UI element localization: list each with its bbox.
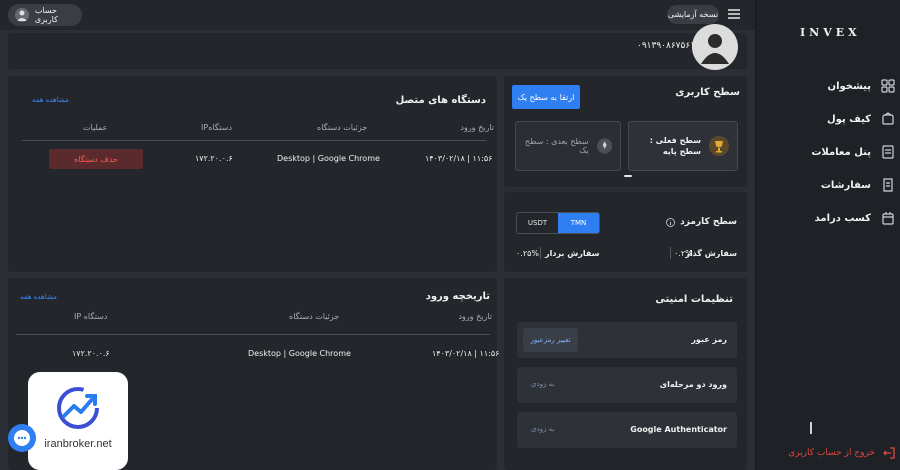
current-level-box: سطح فعلی : سطح پایه [628,121,738,171]
sidebar-item-earn[interactable]: کسب درامد [770,208,895,228]
google-auth-label: Google Authenticator [630,425,727,434]
login-date: ۱۴۰۳/۰۲/۱۸ | ۱۱:۵۶ [425,154,493,163]
trade-panel-icon [882,145,894,159]
maker-label: سفارش گذار [685,249,737,258]
table-divider [16,334,490,335]
sidebar-item-label: پنل معاملات [811,146,871,158]
chat-icon [14,430,30,446]
tab-usdt[interactable]: USDT [517,213,558,233]
upgrade-level-button[interactable]: ارتقا به سطح یک [512,85,580,109]
sidebar-item-trade-panel[interactable]: پنل معاملات [770,142,895,162]
chat-button[interactable] [8,424,36,452]
user-icon [17,10,27,21]
login-date: ۱۴۰۳/۰۲/۱۸ | ۱۱:۵۶ [432,349,500,358]
dashboard-icon [881,79,895,93]
remove-device-button[interactable]: حذف دستگاه [49,149,143,169]
divider [670,247,671,259]
carousel-indicator[interactable] [624,175,632,177]
scroll-indicator [810,422,812,434]
user-level-title: سطح کاربری [675,87,740,98]
user-icon [701,34,729,64]
two-factor-row: ورود دو مرحله‌ای به زودی [517,367,737,403]
account-button[interactable]: حساب کاربری [8,4,82,26]
column-header: جزئیات دستگاه [289,312,340,321]
column-header: تاریخ ورود [458,312,492,321]
info-icon[interactable] [666,217,676,227]
sidebar-item-dashboard[interactable]: پیشخوان [770,76,895,96]
maker-value: ۰.۲% [674,249,693,258]
fee-level-header: سطح کارمزد [666,217,737,227]
sidebar-item-label: کسب درامد [814,212,871,224]
change-password-button[interactable]: تغییر رمزعبور [523,328,578,352]
account-label: حساب کاربری [34,6,58,24]
avatar [15,8,29,22]
top-bar [0,0,755,30]
earn-icon [882,212,894,225]
taker-value: ۰.۲۵% [516,249,540,258]
watermark-badge: iranbroker.net [28,372,128,470]
column-header: تاریخ ورود [460,123,494,132]
history-view-all-link[interactable]: مشاهده همه [20,293,57,301]
table-divider [22,140,486,141]
security-title: تنظیمات امنیتی [655,294,733,305]
sidebar-item-wallet[interactable]: کیف پول [770,109,895,129]
chart-logo-icon [57,387,99,429]
phone-number: ۰۹۱۳۹۰۸۶۷۵۶۱ [637,41,696,51]
soon-label: به زودی [531,425,555,433]
next-level-label: سطح بعدی : سطح یک [524,137,589,155]
column-header: عملیات [83,123,108,132]
current-level-label: سطح فعلی : سطح پایه [649,135,701,156]
column-header: IP دستگاه [74,312,108,321]
sidebar [755,0,900,470]
device-details: Desktop | Google Chrome [277,154,380,163]
fee-level-title: سطح کارمزد [680,217,737,227]
device-ip: ۱۷۲.۲۰.۰.۶ [72,349,110,358]
tab-tmn[interactable]: TMN [558,213,599,233]
menu-icon[interactable] [728,9,740,19]
sidebar-item-label: سفارشات [820,179,871,191]
device-ip: ۱۷۲.۲۰.۰.۶ [195,154,233,163]
logout-button[interactable]: خروج از حساب کاربری [770,444,895,462]
wallet-icon [882,112,894,125]
divider [540,247,541,259]
logo-text: INVEX [800,26,861,39]
password-label: رمز عبور [691,335,727,344]
logout-icon [883,447,895,459]
column-header: جزئیات دستگاه [317,123,368,132]
history-title: تاریخچه ورود [425,291,490,302]
taker-label: سفارش بردار [545,249,600,258]
soon-label: به زودی [531,380,555,388]
invex-logo[interactable]: INVEX [800,20,860,46]
two-factor-label: ورود دو مرحله‌ای [659,380,727,389]
device-details: Desktop | Google Chrome [248,349,351,358]
profile-avatar [692,24,738,70]
medal-icon [596,138,612,154]
password-row: رمز عبور تغییر رمزعبور [517,322,737,358]
version-badge: نسخه آزمایشی [667,5,719,24]
devices-view-all-link[interactable]: مشاهده همه [32,96,69,104]
logout-label: خروج از حساب کاربری [788,448,875,458]
watermark-text: iranbroker.net [44,438,112,450]
next-level-box: سطح بعدی : سطح یک [515,121,621,171]
sidebar-item-label: پیشخوان [827,80,871,92]
profile-card [8,33,747,69]
trophy-icon [709,136,729,156]
devices-title: دستگاه های متصل [395,95,486,106]
column-header: IPدستگاه [201,123,232,132]
sidebar-item-label: کیف پول [827,113,871,125]
currency-tabs: USDT TMN [516,212,600,234]
sidebar-item-orders[interactable]: سفارشات [770,175,895,195]
orders-icon [883,178,893,192]
google-auth-row: Google Authenticator به زودی [517,412,737,448]
